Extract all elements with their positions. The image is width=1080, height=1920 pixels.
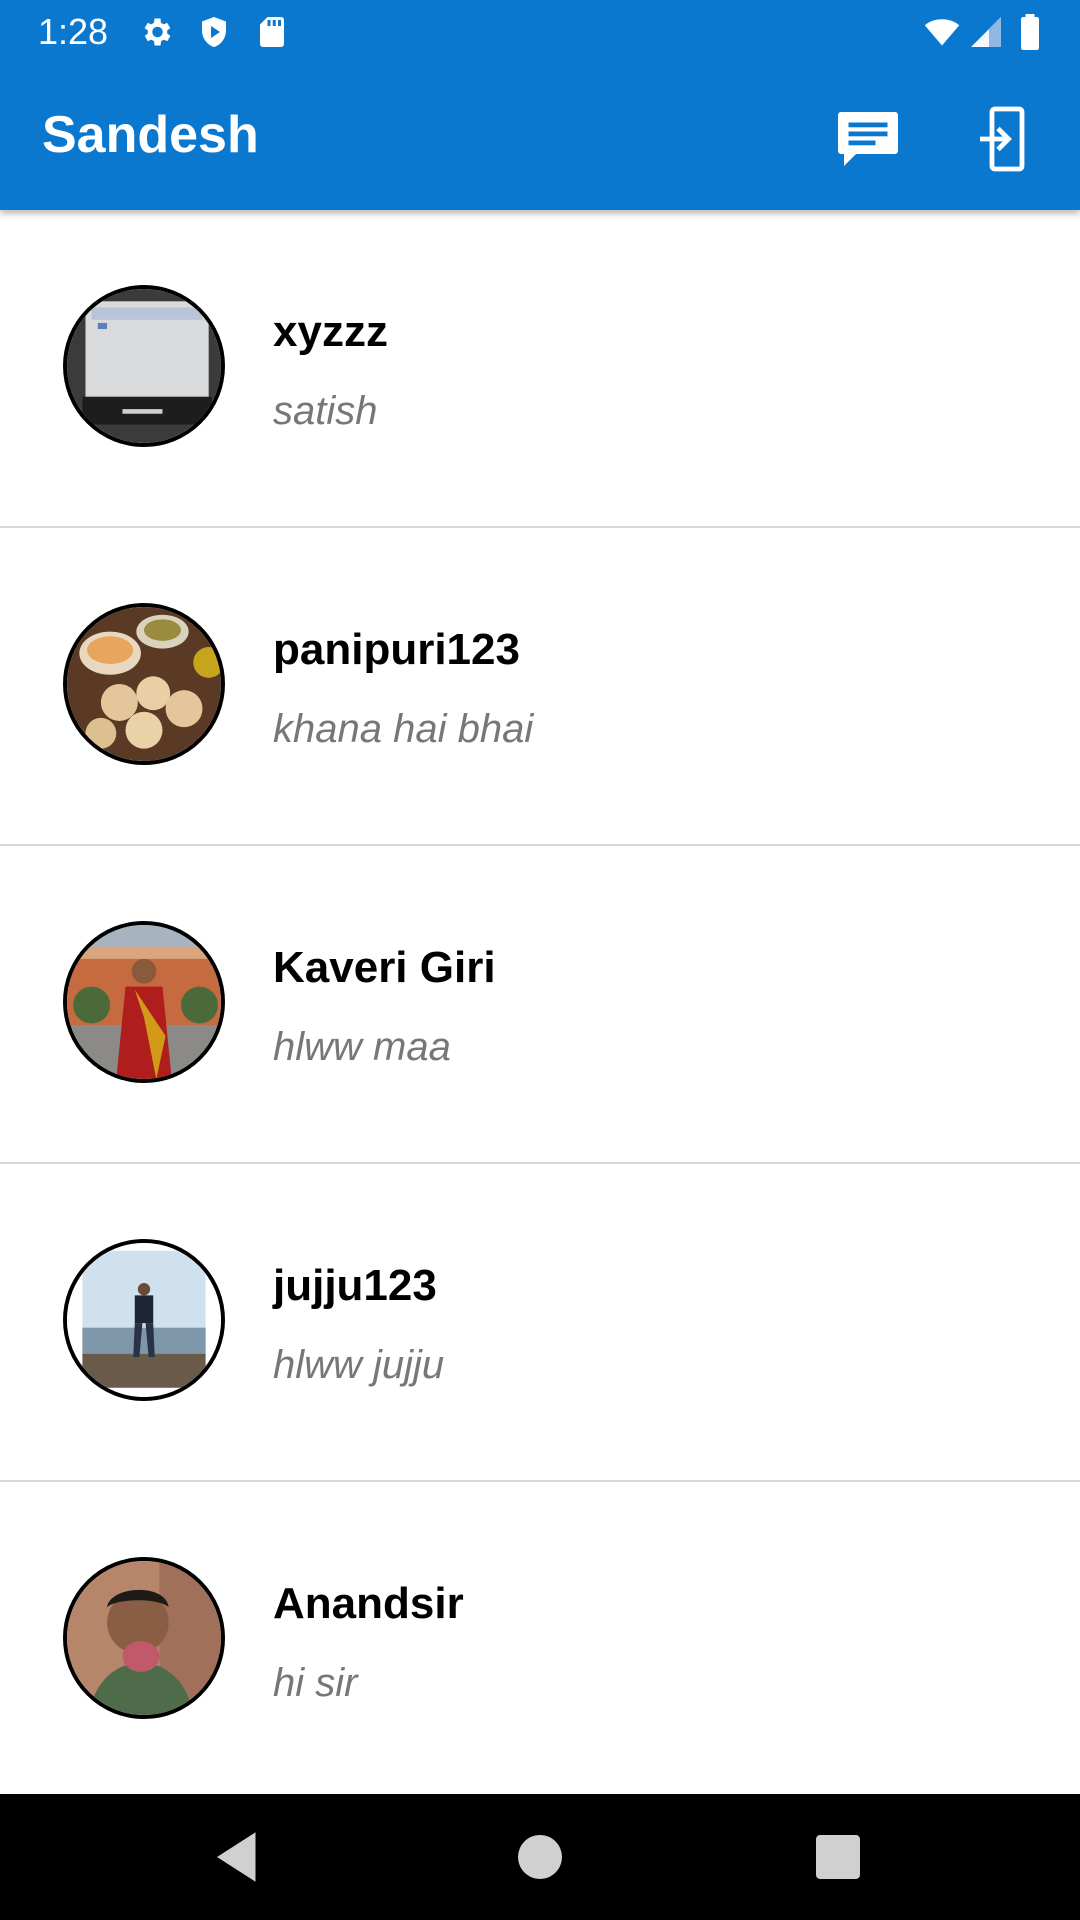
chat-last-message: hlww maa: [273, 1025, 451, 1069]
chat-name: Anandsir: [273, 1579, 464, 1628]
man-portrait-photo-avatar[interactable]: [63, 1557, 225, 1719]
chat-name: panipuri123: [273, 625, 520, 674]
chat-row[interactable]: panipuri123 khana hai bhai: [0, 528, 1080, 846]
chat-name: xyzzz: [273, 307, 388, 356]
man-beach-photo-avatar[interactable]: [63, 1239, 225, 1401]
chat-row[interactable]: Anandsir hi sir: [0, 1482, 1080, 1794]
sd-card-icon: [254, 14, 290, 50]
chat-last-message: satish: [273, 389, 378, 433]
cellular-signal-icon: [968, 14, 1004, 50]
laptop-photo-avatar[interactable]: [63, 285, 225, 447]
chat-list: xyzzz satish panipuri123 khana hai bhai …: [0, 210, 1080, 1794]
screen: 1:28 Sandesh xyzzz satish panipuri123 kh…: [0, 0, 1080, 1920]
chat-row[interactable]: jujju123 hlww jujju: [0, 1164, 1080, 1482]
app-title: Sandesh: [42, 106, 259, 164]
home-icon[interactable]: [507, 1824, 573, 1890]
status-time: 1:28: [38, 11, 109, 52]
chat-last-message: khana hai bhai: [273, 707, 534, 751]
chat-row[interactable]: Kaveri Giri hlww maa: [0, 846, 1080, 1164]
food-photo-avatar[interactable]: [63, 603, 225, 765]
logout-icon[interactable]: [968, 103, 1040, 175]
app-bar: Sandesh: [0, 63, 1080, 210]
battery-icon: [1018, 14, 1048, 50]
woman-saree-photo-avatar[interactable]: [63, 921, 225, 1083]
shield-icon: [196, 14, 232, 50]
settings-icon: [138, 14, 174, 50]
recents-icon[interactable]: [805, 1824, 871, 1890]
back-icon[interactable]: [206, 1824, 272, 1890]
chat-row[interactable]: xyzzz satish: [0, 210, 1080, 528]
status-bar: 1:28: [0, 0, 1080, 63]
chat-name: Kaveri Giri: [273, 943, 496, 992]
chat-last-message: hlww jujju: [273, 1343, 445, 1387]
chat-last-message: hi sir: [273, 1661, 358, 1705]
chat-name: jujju123: [273, 1261, 437, 1310]
message-icon[interactable]: [832, 103, 904, 175]
wifi-icon: [920, 14, 964, 50]
navigation-bar: [0, 1794, 1080, 1920]
